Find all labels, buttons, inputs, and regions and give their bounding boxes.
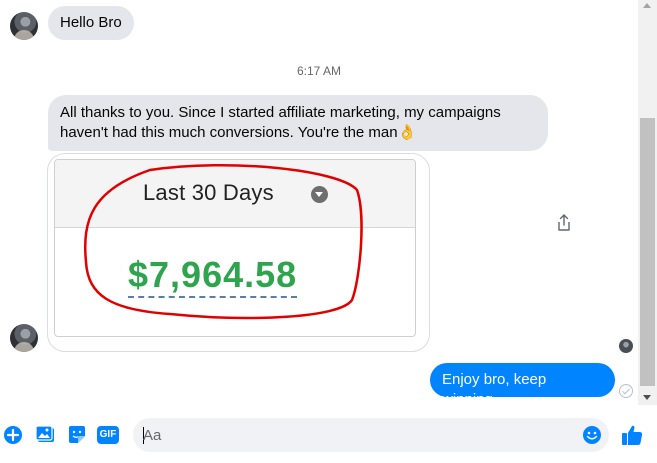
earnings-screenshot: Last 30 Days $7,964.58 (54, 159, 416, 337)
earnings-header: Last 30 Days (55, 160, 415, 228)
message-timestamp: 6:17 AM (296, 64, 342, 78)
scroll-down-arrow-icon[interactable] (643, 395, 651, 400)
plus-icon[interactable] (2, 424, 24, 446)
like-icon[interactable] (620, 423, 644, 447)
outgoing-message: Enjoy bro, keep winning. (430, 363, 615, 408)
sent-check-icon (619, 384, 633, 398)
scroll-up-arrow-icon[interactable] (643, 3, 651, 8)
emoji-icon[interactable] (582, 425, 602, 445)
read-receipt-avatar (619, 339, 633, 353)
photo-icon[interactable] (35, 424, 57, 446)
share-icon[interactable] (556, 214, 572, 232)
contact-avatar[interactable] (10, 324, 38, 352)
gif-icon[interactable]: GIF (97, 426, 119, 444)
earnings-amount: $7,964.58 (128, 254, 298, 298)
chevron-down-icon (311, 186, 328, 203)
period-label: Last 30 Days (143, 180, 274, 205)
sticker-icon[interactable] (66, 424, 88, 446)
contact-avatar[interactable] (10, 12, 38, 40)
message-input[interactable] (143, 418, 573, 452)
incoming-message: Hello Bro (48, 6, 134, 40)
message-input-container[interactable] (133, 418, 609, 452)
scrollbar-thumb[interactable] (640, 118, 655, 386)
incoming-message: All thanks to you. Since I started affil… (48, 95, 548, 151)
